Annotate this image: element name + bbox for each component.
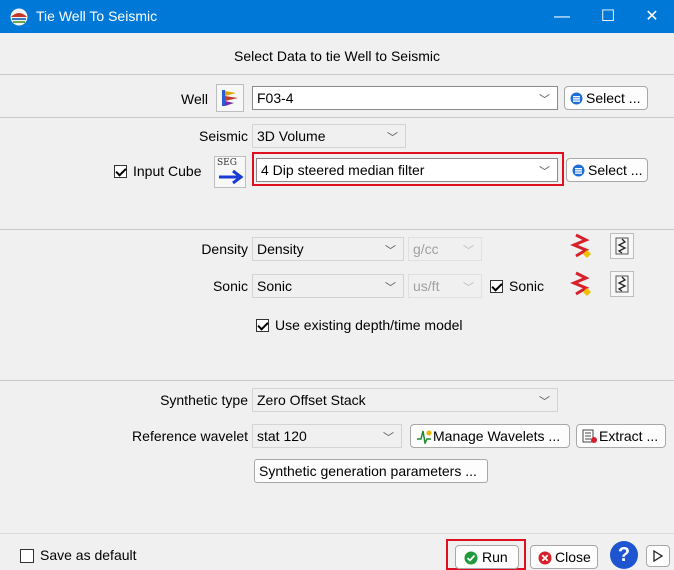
sonic-unit: us/ft — [413, 278, 440, 294]
extract-icon — [582, 429, 597, 443]
minimize-icon: — — [554, 8, 570, 25]
segy-import-button[interactable]: SEG — [214, 156, 246, 188]
chevron-down-icon: ﹀ — [383, 432, 394, 444]
minimize-button[interactable]: — — [540, 0, 584, 33]
sonic-checkbox-label: Sonic — [509, 278, 545, 294]
help-icon: ? — [617, 544, 631, 566]
log-edit-icon — [570, 233, 591, 258]
extract-button[interactable]: Extract ... — [576, 424, 666, 448]
density-log-view-button[interactable] — [610, 233, 634, 259]
close-window-button[interactable]: ✕ — [630, 0, 674, 33]
divider — [0, 117, 674, 118]
close-button[interactable]: Close — [530, 545, 598, 569]
run-icon — [464, 551, 478, 565]
maximize-button[interactable]: ☐ — [586, 0, 630, 33]
database-icon — [572, 164, 585, 177]
close-label: Close — [555, 549, 591, 565]
chevron-down-icon: ﹀ — [539, 166, 550, 178]
chevron-down-icon: ﹀ — [387, 132, 398, 144]
density-unit: g/cc — [413, 241, 439, 257]
log-curve-icon — [615, 237, 629, 255]
segy-text: SEG — [217, 158, 237, 168]
log-curve-icon — [615, 275, 629, 293]
well-value: F03-4 — [257, 90, 294, 106]
density-log-tool-button[interactable] — [568, 232, 596, 260]
manage-wavelets-button[interactable]: Manage Wavelets ... — [410, 424, 570, 448]
chevron-down-icon: ﹀ — [463, 282, 474, 294]
input-cube-select-button[interactable]: Select ... — [566, 158, 648, 182]
reference-wavelet-select[interactable]: stat 120 ﹀ — [252, 424, 402, 448]
chevron-down-icon: ﹀ — [539, 396, 550, 408]
input-cube-select-label: Select ... — [588, 162, 643, 178]
chevron-down-icon: ﹀ — [385, 245, 396, 257]
well-icon-button[interactable] — [216, 84, 244, 112]
seismic-type-select[interactable]: 3D Volume ﹀ — [252, 124, 406, 148]
chevron-down-icon: ﹀ — [539, 94, 550, 106]
sonic-unit-select[interactable]: us/ft ﹀ — [408, 274, 482, 298]
sonic-checkbox[interactable] — [490, 280, 503, 293]
seismic-value: 3D Volume — [257, 128, 326, 144]
save-as-default-checkbox[interactable] — [20, 549, 34, 563]
seismic-label: Seismic — [198, 128, 248, 144]
wavelet-icon — [417, 430, 432, 444]
well-log-icon — [222, 90, 238, 106]
well-select[interactable]: F03-4 ﹀ — [252, 86, 558, 110]
divider — [0, 380, 674, 381]
input-cube-select[interactable]: 4 Dip steered median filter ﹀ — [256, 158, 558, 182]
import-arrow-icon — [219, 169, 244, 185]
sonic-log-view-button[interactable] — [610, 271, 634, 297]
window-title: Tie Well To Seismic — [36, 8, 158, 24]
well-select-label: Select ... — [586, 90, 641, 106]
extract-label: Extract ... — [599, 428, 659, 444]
synthetic-type-select[interactable]: Zero Offset Stack ﹀ — [252, 388, 558, 412]
depth-time-model-label: Use existing depth/time model — [275, 317, 463, 333]
next-button[interactable] — [646, 545, 670, 567]
depth-time-model-checkbox[interactable] — [256, 319, 269, 332]
close-circle-icon — [538, 551, 552, 565]
divider — [0, 229, 674, 230]
close-icon: ✕ — [645, 8, 659, 25]
database-icon — [570, 92, 583, 105]
reference-wavelet-value: stat 120 — [257, 428, 307, 444]
sonic-select[interactable]: Sonic ﹀ — [252, 274, 404, 298]
synthetic-type-value: Zero Offset Stack — [257, 392, 366, 408]
app-logo-icon — [10, 8, 28, 26]
run-label: Run — [482, 549, 508, 565]
title-bar: Tie Well To Seismic — ☐ ✕ — [0, 0, 674, 33]
log-edit-icon — [570, 271, 591, 296]
manage-wavelets-label: Manage Wavelets ... — [433, 428, 561, 444]
sonic-label: Sonic — [212, 278, 248, 294]
run-button[interactable]: Run — [455, 545, 519, 569]
reference-wavelet-label: Reference wavelet — [132, 428, 248, 444]
maximize-icon: ☐ — [600, 8, 616, 25]
help-button[interactable]: ? — [610, 541, 638, 569]
input-cube-checkbox[interactable] — [114, 165, 127, 178]
density-value: Density — [257, 241, 304, 257]
chevron-down-icon: ﹀ — [463, 245, 474, 257]
divider — [0, 74, 674, 75]
input-cube-label: Input Cube — [133, 163, 202, 179]
synthetic-params-label: Synthetic generation parameters ... — [259, 463, 477, 479]
sonic-value: Sonic — [257, 278, 293, 294]
save-as-default-label: Save as default — [40, 547, 137, 563]
well-select-button[interactable]: Select ... — [564, 86, 648, 110]
synthetic-type-label: Synthetic type — [160, 392, 248, 408]
sonic-log-tool-button[interactable] — [568, 270, 596, 298]
input-cube-value: 4 Dip steered median filter — [261, 162, 425, 178]
synthetic-params-button[interactable]: Synthetic generation parameters ... — [254, 459, 488, 483]
play-icon — [653, 550, 664, 562]
density-unit-select[interactable]: g/cc ﹀ — [408, 237, 482, 261]
density-label: Density — [201, 241, 248, 257]
dialog-heading: Select Data to tie Well to Seismic — [234, 48, 440, 64]
chevron-down-icon: ﹀ — [385, 282, 396, 294]
divider — [0, 533, 674, 534]
well-label: Well — [181, 91, 208, 107]
density-select[interactable]: Density ﹀ — [252, 237, 404, 261]
